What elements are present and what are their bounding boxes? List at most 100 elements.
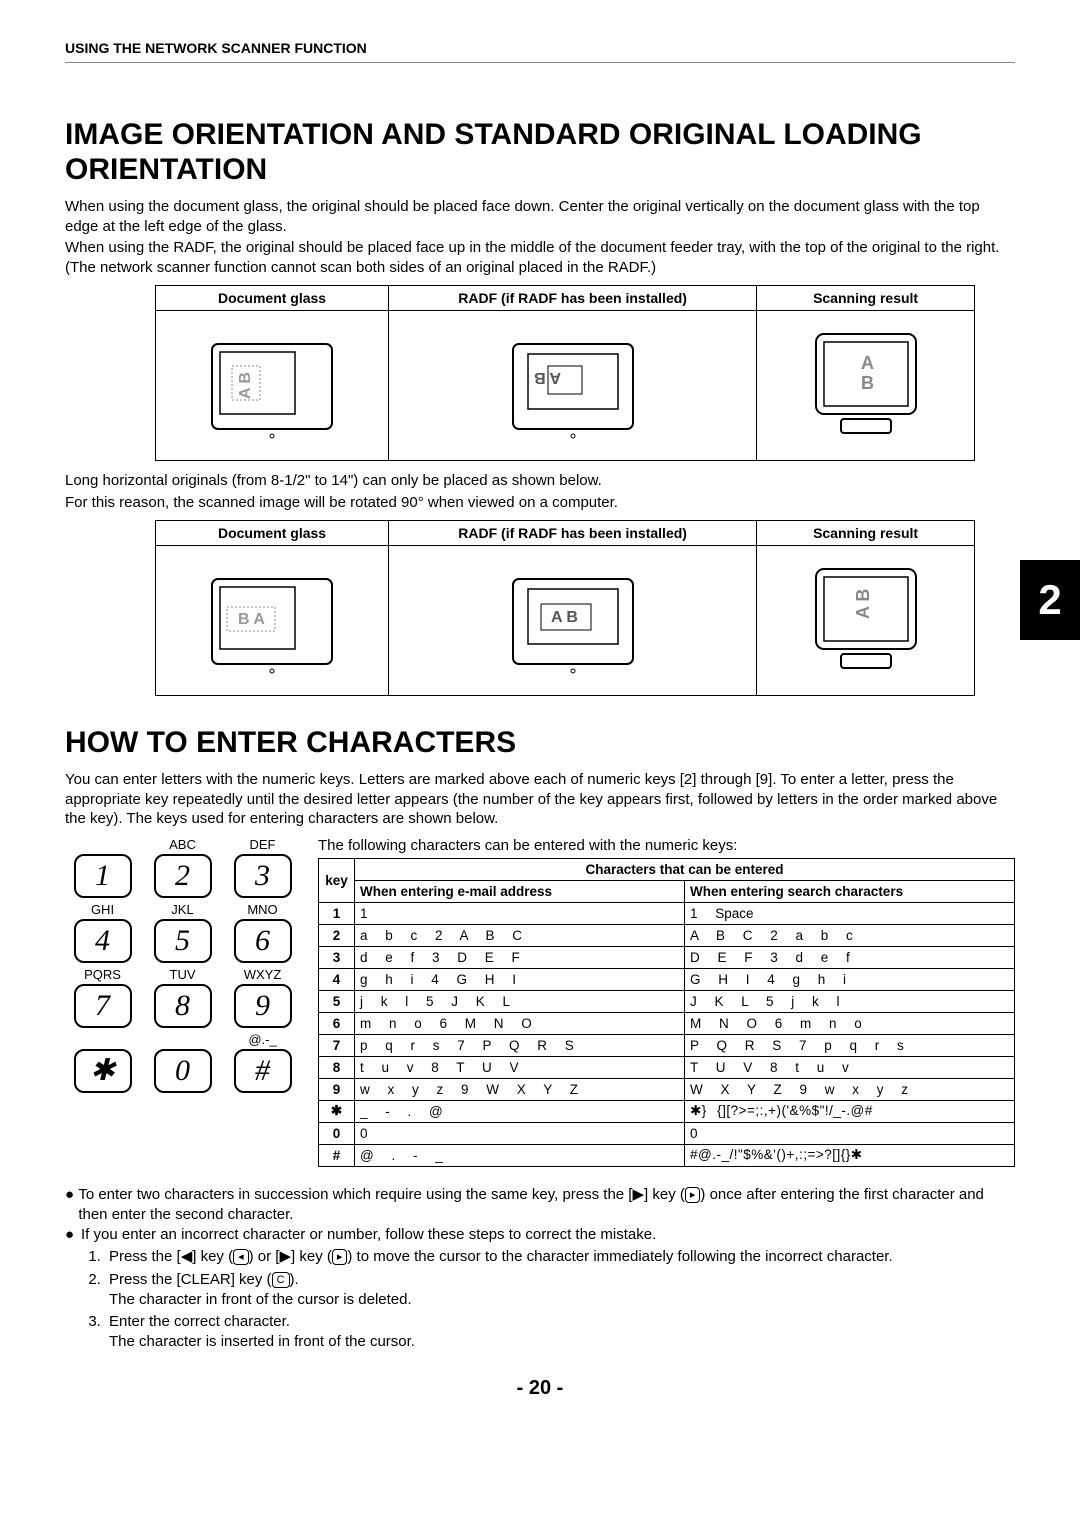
- s1c: ) or [: [249, 1248, 280, 1265]
- left-key-icon: ◂: [233, 1249, 249, 1265]
- key-label: DEF: [229, 837, 297, 853]
- hdr-key: key: [319, 858, 355, 902]
- cell-email: t u v 8 T U V: [355, 1056, 685, 1078]
- note2: If you enter an incorrect character or n…: [81, 1225, 656, 1245]
- key-label: JKL: [149, 902, 217, 918]
- cell-key: 8: [319, 1056, 355, 1078]
- cell-key: 9: [319, 1078, 355, 1100]
- table-row: 000: [319, 1122, 1015, 1144]
- s1e: ) to move the cursor to the character im…: [347, 1248, 892, 1265]
- cell-search: M N O 6 m n o: [685, 1012, 1015, 1034]
- col-radf-2: RADF (if RADF has been installed): [389, 521, 757, 546]
- table-row: ✱_ - . @✱} {][?>=;:,+)('&%$"!/_-.@#: [319, 1100, 1015, 1122]
- clear-key-icon: C: [272, 1272, 290, 1288]
- svg-text:A B: A B: [534, 369, 561, 386]
- cell-email: p q r s 7 P Q R S: [355, 1034, 685, 1056]
- section-header: USING THE NETWORK SCANNER FUNCTION: [65, 40, 1015, 63]
- cell-search: G H I 4 g h i: [685, 968, 1015, 990]
- key-block-9: WXYZ9: [229, 967, 297, 1032]
- notes-section: ● To enter two characters in succession …: [65, 1185, 1015, 1353]
- diagram-result-1: A B: [757, 311, 975, 461]
- key-button-6: 6: [234, 919, 292, 963]
- key-label: TUV: [149, 967, 217, 983]
- cell-key: #: [319, 1144, 355, 1166]
- step-3: Enter the correct character. The charact…: [105, 1312, 1015, 1353]
- table-row: 111 Space: [319, 902, 1015, 924]
- key-block-2: ABC2: [149, 837, 217, 902]
- col-result: Scanning result: [757, 286, 975, 311]
- hdr-email: When entering e-mail address: [355, 880, 685, 902]
- right-key-icon-2: ▸: [332, 1249, 348, 1265]
- note1-b: ] key (: [644, 1186, 685, 1203]
- s2a: Press the [CLEAR] key (: [109, 1271, 272, 1288]
- cell-key: 3: [319, 946, 355, 968]
- numeric-keypad: 1ABC2DEF3GHI4JKL5MNO6PQRS7TUV8WXYZ9✱0@.-…: [65, 837, 300, 1097]
- subsection-title: HOW TO ENTER CHARACTERS: [65, 726, 1015, 760]
- key-label: [149, 1032, 217, 1048]
- s3a: Enter the correct character.: [109, 1313, 290, 1330]
- radf-icon-2: A B: [503, 559, 643, 679]
- cell-email: d e f 3 D E F: [355, 946, 685, 968]
- note1-a: To enter two characters in succession wh…: [78, 1186, 632, 1203]
- table-row: 9w x y z 9 W X Y ZW X Y Z 9 w x y z: [319, 1078, 1015, 1100]
- svg-text:B: B: [861, 373, 874, 393]
- cell-search: ✱} {][?>=;:,+)('&%$"!/_-.@#: [685, 1100, 1015, 1122]
- orientation-table-2: Document glass RADF (if RADF has been in…: [155, 520, 975, 696]
- col-doc-glass-2: Document glass: [156, 521, 389, 546]
- cell-search: T U V 8 t u v: [685, 1056, 1015, 1078]
- intro-para-1: When using the document glass, the origi…: [65, 197, 1015, 236]
- table-row: 4g h i 4 G H IG H I 4 g h i: [319, 968, 1015, 990]
- cell-search: D E F 3 d e f: [685, 946, 1015, 968]
- cell-email: _ - . @: [355, 1100, 685, 1122]
- diagram-doc-glass-1: A B: [156, 311, 389, 461]
- cell-search: 0: [685, 1122, 1015, 1144]
- hdr-main: Characters that can be entered: [355, 858, 1015, 880]
- cell-search: P Q R S 7 p q r s: [685, 1034, 1015, 1056]
- diagram-radf-2: A B: [389, 546, 757, 696]
- svg-text:B A: B A: [238, 611, 265, 628]
- key-button-✱: ✱: [74, 1049, 132, 1093]
- col-result-2: Scanning result: [757, 521, 975, 546]
- key-block-4: GHI4: [69, 902, 137, 967]
- cell-email: 0: [355, 1122, 685, 1144]
- doc-glass-icon: A B: [202, 324, 342, 444]
- table-row: 3d e f 3 D E FD E F 3 d e f: [319, 946, 1015, 968]
- cell-search: A B C 2 a b c: [685, 924, 1015, 946]
- radf-icon: A B: [503, 324, 643, 444]
- cell-key: 1: [319, 902, 355, 924]
- page-title: IMAGE ORIENTATION AND STANDARD ORIGINAL …: [65, 118, 1015, 187]
- cell-email: w x y z 9 W X Y Z: [355, 1078, 685, 1100]
- right-key-icon: ▸: [685, 1187, 701, 1203]
- s3b: The character is inserted in front of th…: [109, 1333, 415, 1350]
- svg-text:A B: A B: [237, 372, 254, 399]
- key-button-9: 9: [234, 984, 292, 1028]
- key-block-✱: ✱: [69, 1032, 137, 1097]
- s2b: ).: [290, 1271, 299, 1288]
- howto-para: You can enter letters with the numeric k…: [65, 770, 1015, 829]
- table-row: 2a b c 2 A B CA B C 2 a b c: [319, 924, 1015, 946]
- doc-glass-icon-2: B A: [202, 559, 342, 679]
- svg-text:A B: A B: [853, 589, 873, 619]
- key-label: GHI: [69, 902, 137, 918]
- cell-email: 1: [355, 902, 685, 924]
- monitor-icon-2: A B: [801, 559, 931, 679]
- table-row: 7p q r s 7 P Q R SP Q R S 7 p q r s: [319, 1034, 1015, 1056]
- key-button-5: 5: [154, 919, 212, 963]
- col-radf: RADF (if RADF has been installed): [389, 286, 757, 311]
- key-button-3: 3: [234, 854, 292, 898]
- cell-key: 2: [319, 924, 355, 946]
- key-block-8: TUV8: [149, 967, 217, 1032]
- key-button-1: 1: [74, 854, 132, 898]
- cell-email: a b c 2 A B C: [355, 924, 685, 946]
- hdr-search: When entering search characters: [685, 880, 1015, 902]
- key-label: [69, 1032, 137, 1048]
- cell-search: W X Y Z 9 w x y z: [685, 1078, 1015, 1100]
- intro-para-2: When using the RADF, the original should…: [65, 238, 1015, 277]
- key-block-5: JKL5: [149, 902, 217, 967]
- diagram-doc-glass-2: B A: [156, 546, 389, 696]
- key-block-0: 0: [149, 1032, 217, 1097]
- s2c: The character in front of the cursor is …: [109, 1291, 412, 1308]
- orientation-table-1: Document glass RADF (if RADF has been in…: [155, 285, 975, 461]
- cell-search: J K L 5 j k l: [685, 990, 1015, 1012]
- cell-key: 0: [319, 1122, 355, 1144]
